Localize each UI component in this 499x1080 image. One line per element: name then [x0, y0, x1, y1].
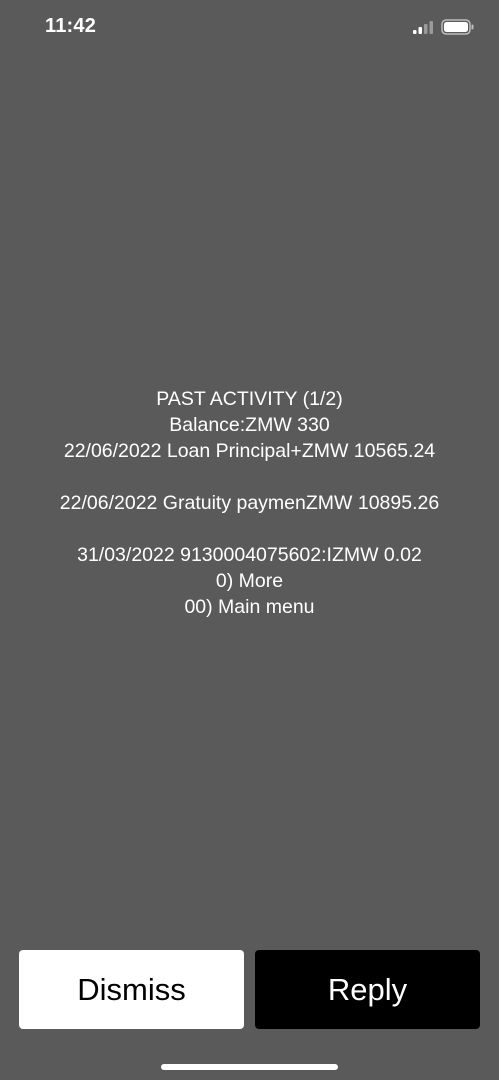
message-line [0, 464, 499, 490]
message-line: PAST ACTIVITY (1/2) [156, 388, 343, 410]
battery-icon [441, 19, 474, 35]
reply-button[interactable]: Reply [255, 950, 480, 1029]
home-indicator[interactable] [161, 1064, 338, 1070]
message-line: 22/06/2022 Loan Principal+ZMW 10565.24 [63, 440, 436, 462]
message-line [0, 516, 499, 542]
ussd-message: PAST ACTIVITY (1/2) Balance:ZMW 330 22/0… [0, 386, 499, 620]
status-time: 11:42 [45, 15, 97, 37]
status-bar: 11:42 [0, 0, 499, 56]
message-line: 31/03/2022 9130004075602:IZMW 0.02 [77, 544, 422, 566]
signal-icon [413, 21, 433, 34]
dismiss-button[interactable]: Dismiss [19, 950, 244, 1029]
message-line: 00) Main menu [184, 596, 315, 618]
message-line: 22/06/2022 Gratuity paymenZMW 10895.26 [59, 492, 440, 514]
message-line: 0) More [215, 570, 284, 592]
message-line: Balance:ZMW 330 [169, 414, 330, 436]
